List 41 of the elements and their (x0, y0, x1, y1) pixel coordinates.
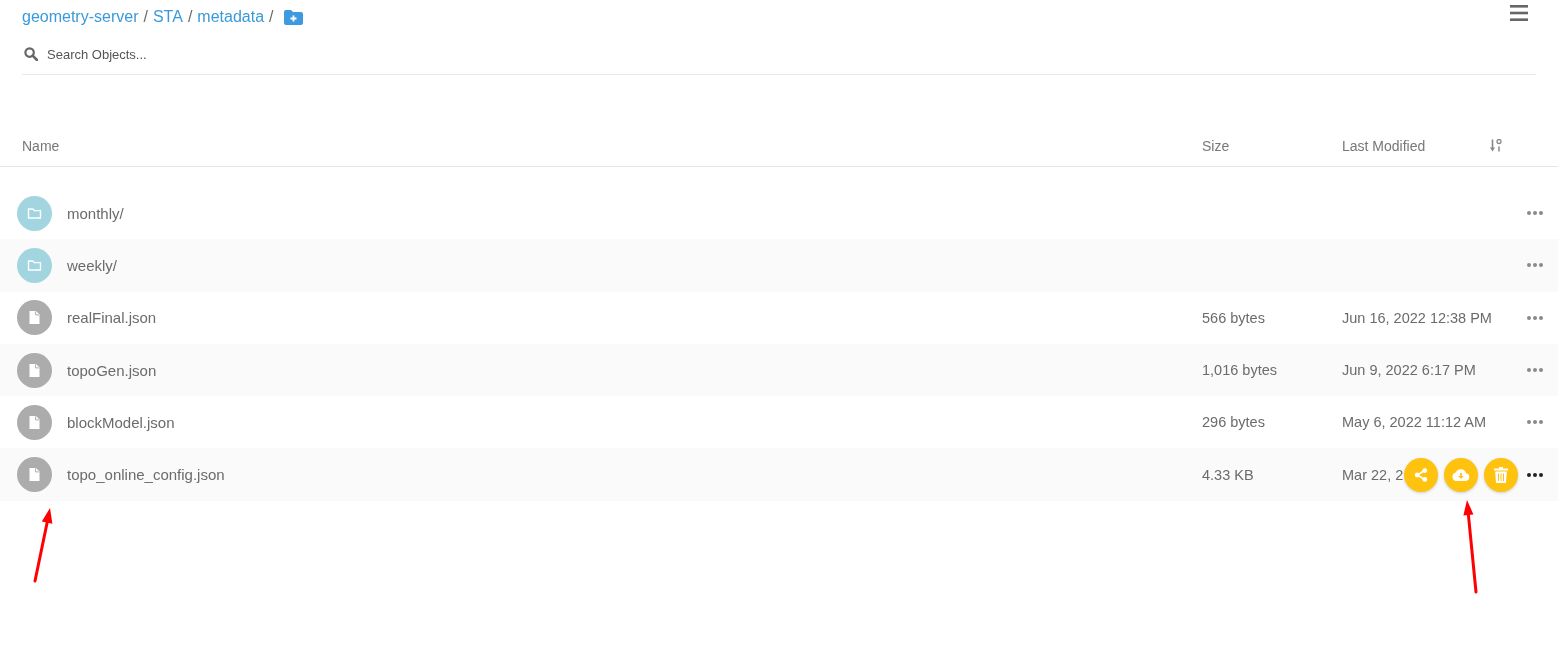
modified-date: Jun 16, 2022 12:38 PM (1342, 309, 1492, 326)
trash-icon (1494, 466, 1508, 483)
breadcrumb-link[interactable]: geometry-server (22, 8, 139, 26)
table-row[interactable]: weekly/ (0, 239, 1558, 292)
sort-icon[interactable] (1490, 139, 1502, 152)
column-header[interactable]: Size (1202, 137, 1230, 154)
file-icon (17, 457, 52, 493)
breadcrumb-link[interactable]: STA (152, 8, 183, 26)
menu-icon[interactable] (1510, 5, 1528, 21)
folder-icon (17, 195, 52, 231)
breadcrumb-separator: / (269, 8, 274, 26)
file-name[interactable]: weekly/ (67, 256, 118, 274)
share-icon (1414, 467, 1428, 482)
modified-date: May 6, 2022 11:12 AM (1342, 414, 1487, 431)
folder-plus-icon[interactable] (283, 10, 303, 25)
file-size: 1,016 bytes (1202, 362, 1277, 379)
table-row[interactable]: topoGen.json 1,016 bytes Jun 9, 2022 6:17 PM (0, 343, 1558, 397)
search-icon (24, 47, 38, 61)
file-size: 566 bytes (1202, 309, 1265, 326)
column-header[interactable]: Name (22, 137, 60, 154)
modified-date: Mar 22, 2 (1342, 466, 1404, 483)
folder-icon (17, 247, 52, 283)
file-icon (17, 300, 52, 336)
cloud-download-icon (1452, 468, 1470, 482)
file-name[interactable]: blockModel.json (67, 413, 175, 431)
breadcrumb-separator: / (187, 8, 193, 26)
file-name[interactable]: topo_online_config.json (67, 466, 225, 484)
file-size: 296 bytes (1202, 414, 1265, 431)
table-row[interactable]: topo_online_config.json 4.33 KB Mar 22, 2 (0, 448, 1558, 501)
breadcrumb-separator: / (143, 8, 148, 26)
modified-date: Jun 9, 2022 6:17 PM (1342, 362, 1476, 379)
column-header[interactable]: Last Modified (1342, 137, 1426, 154)
file-name[interactable]: monthly/ (67, 204, 124, 222)
file-name[interactable]: topoGen.json (67, 361, 157, 379)
file-icon (17, 352, 52, 388)
breadcrumb-link[interactable]: metadata (197, 8, 265, 26)
file-icon (17, 404, 52, 440)
file-name[interactable]: realFinal.json (67, 309, 157, 327)
search-field[interactable]: Search Objects... (47, 42, 1536, 66)
more-icon[interactable] (1527, 472, 1543, 477)
file-size: 4.33 KB (1202, 466, 1254, 483)
